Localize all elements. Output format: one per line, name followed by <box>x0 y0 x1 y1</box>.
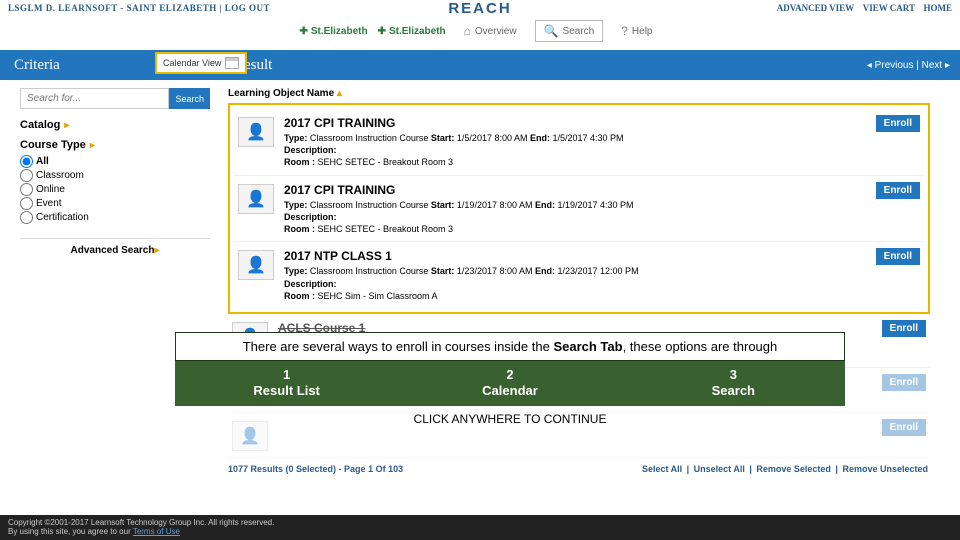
course-row: 👤 2017 NTP CLASS 1 Type: Classroom Instr… <box>234 242 924 308</box>
course-row: 👤 2017 CPI TRAINING Type: Classroom Inst… <box>234 176 924 243</box>
catalog-filter[interactable]: Catalog <box>20 119 210 131</box>
advanced-search-link[interactable]: Advanced Search <box>20 238 210 256</box>
brand-title: REACH <box>448 0 511 17</box>
click-to-continue[interactable]: CLICK ANYWHERE TO CONTINUE <box>175 406 845 428</box>
tab-overview[interactable]: ⌂ Overview <box>456 21 525 41</box>
nav-advanced-view[interactable]: ADVANCED VIEW <box>777 3 854 13</box>
enroll-button[interactable]: Enroll <box>882 320 926 337</box>
calendar-view-button[interactable]: Calendar View <box>155 52 247 74</box>
enroll-button[interactable]: Enroll <box>876 182 920 199</box>
sort-column[interactable]: Learning Object Name <box>228 88 930 99</box>
type-event[interactable]: Event <box>20 197 210 210</box>
org-name: LSGLM D. LEARNSOFT - SAINT ELIZABETH <box>8 3 217 13</box>
tab-search[interactable]: 🔍 Search <box>535 20 604 42</box>
option-calendar: 2Calendar <box>398 361 621 406</box>
terms-link[interactable]: Terms of Use <box>133 527 180 536</box>
nav-home[interactable]: HOME <box>924 3 953 13</box>
tutorial-banner: There are several ways to enroll in cour… <box>175 332 845 361</box>
prev-button[interactable]: ◂ Previous <box>867 60 914 71</box>
home-icon: ⌂ <box>464 24 471 38</box>
course-row: 👤 2017 CPI TRAINING Type: Classroom Inst… <box>234 109 924 176</box>
tab-label: Search <box>563 26 595 37</box>
type-classroom[interactable]: Classroom <box>20 169 210 182</box>
enroll-button[interactable]: Enroll <box>876 248 920 265</box>
option-result-list: 1Result List <box>175 361 398 406</box>
search-input[interactable] <box>20 88 169 109</box>
result-list: 👤 2017 CPI TRAINING Type: Classroom Inst… <box>228 103 930 314</box>
logo-secondary: St.Elizabeth <box>378 26 446 37</box>
remove-unselected-link[interactable]: Remove Unselected <box>842 464 928 474</box>
select-all-link[interactable]: Select All <box>642 464 682 474</box>
search-button[interactable]: Search <box>169 88 210 109</box>
logo-primary: St.Elizabeth <box>300 26 368 37</box>
tab-label: Overview <box>475 26 517 37</box>
remove-selected-link[interactable]: Remove Selected <box>756 464 831 474</box>
nav-view-cart[interactable]: VIEW CART <box>863 3 915 13</box>
course-thumb-icon: 👤 <box>238 117 274 147</box>
enroll-button[interactable]: Enroll <box>876 115 920 132</box>
course-title[interactable]: 2017 CPI TRAINING <box>284 182 866 198</box>
course-type-filter[interactable]: Course Type <box>20 139 210 151</box>
search-icon: 🔍 <box>544 24 559 38</box>
help-icon: ? <box>621 24 628 38</box>
course-thumb-icon: 👤 <box>238 250 274 280</box>
result-count: 1077 Results (0 Selected) - Page 1 Of 10… <box>228 464 403 474</box>
next-button[interactable]: Next ▸ <box>922 60 950 71</box>
logout-link[interactable]: LOG OUT <box>225 3 270 13</box>
tab-help[interactable]: ? Help <box>613 21 660 41</box>
course-title[interactable]: 2017 NTP CLASS 1 <box>284 248 866 264</box>
enroll-button[interactable]: Enroll <box>882 419 926 436</box>
option-search: 3Search <box>622 361 845 406</box>
footer: Copyright ©2001-2017 Learnsoft Technolog… <box>0 515 960 540</box>
tutorial-overlay[interactable]: There are several ways to enroll in cour… <box>175 332 845 428</box>
unselect-all-link[interactable]: Unselect All <box>694 464 745 474</box>
enroll-button[interactable]: Enroll <box>882 374 926 391</box>
course-title[interactable]: 2017 CPI TRAINING <box>284 115 866 131</box>
course-thumb-icon: 👤 <box>238 184 274 214</box>
type-online[interactable]: Online <box>20 183 210 196</box>
tab-label: Help <box>632 26 653 37</box>
type-all[interactable]: All <box>20 155 210 168</box>
type-certification[interactable]: Certification <box>20 211 210 224</box>
